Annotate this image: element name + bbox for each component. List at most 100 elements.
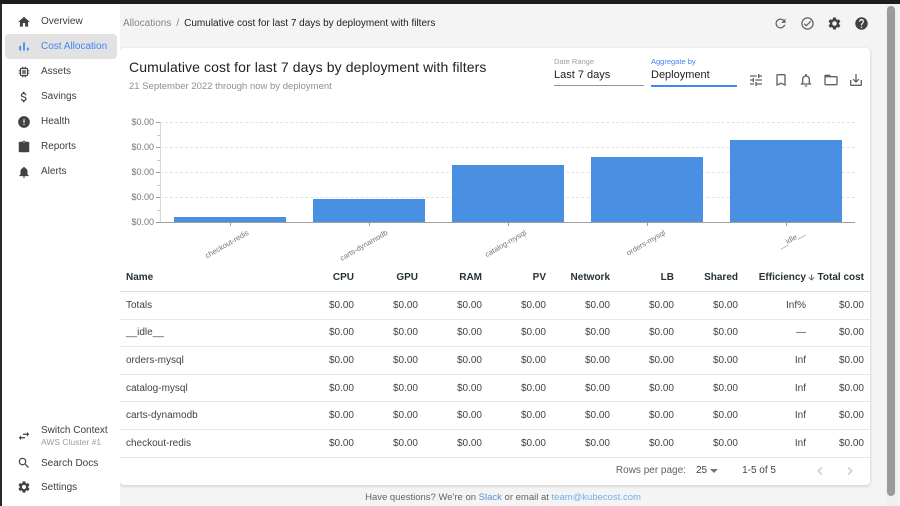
cell-value: $0.00 bbox=[418, 438, 482, 449]
table-row-catalog-mysql[interactable]: catalog-mysql$0.00$0.00$0.00$0.00$0.00$0… bbox=[120, 375, 870, 403]
cell-value: $0.00 bbox=[806, 410, 864, 421]
window-left-border bbox=[0, 0, 2, 506]
table-row-checkout-redis[interactable]: checkout-redis$0.00$0.00$0.00$0.00$0.00$… bbox=[120, 430, 870, 458]
date-range-select[interactable]: Date Range Last 7 days bbox=[554, 57, 644, 86]
cell-value: $0.00 bbox=[354, 327, 418, 338]
column-header-cpu[interactable]: CPU bbox=[290, 272, 354, 283]
chart-bar-catalog-mysql[interactable] bbox=[452, 165, 564, 222]
cell-name: carts-dynamodb bbox=[126, 410, 290, 421]
cell-name: checkout-redis bbox=[126, 438, 290, 449]
page-title: Cumulative cost for last 7 days by deplo… bbox=[129, 59, 487, 75]
table-row-__idle__[interactable]: __idle__$0.00$0.00$0.00$0.00$0.00$0.00$0… bbox=[120, 320, 870, 348]
table-header-row: NameCPUGPURAMPVNetworkLBSharedEfficiency… bbox=[120, 264, 870, 292]
error-icon bbox=[17, 115, 31, 129]
cell-value: $0.00 bbox=[674, 327, 738, 338]
cell-value: $0.00 bbox=[482, 410, 546, 421]
memory-icon bbox=[17, 65, 31, 79]
y-axis-minor-tick bbox=[157, 135, 160, 136]
column-header-ram[interactable]: RAM bbox=[418, 272, 482, 283]
scrollbar-thumb[interactable] bbox=[887, 6, 895, 496]
cell-value: $0.00 bbox=[806, 438, 864, 449]
email-link[interactable]: team@kubecost.com bbox=[552, 492, 641, 503]
check-circle-icon bbox=[800, 16, 815, 31]
table-row-orders-mysql[interactable]: orders-mysql$0.00$0.00$0.00$0.00$0.00$0.… bbox=[120, 347, 870, 375]
sidebar-item-label: Switch Context bbox=[41, 425, 108, 437]
aggregate-by-select[interactable]: Aggregate by Deployment bbox=[651, 57, 737, 87]
sidebar-item-reports[interactable]: Reports bbox=[5, 134, 117, 159]
cell-value: $0.00 bbox=[674, 438, 738, 449]
help-icon bbox=[854, 16, 869, 31]
bookmark-icon bbox=[773, 72, 789, 88]
next-page-button[interactable] bbox=[842, 463, 858, 479]
rows-per-page-value: 25 bbox=[696, 465, 707, 476]
settings-button[interactable] bbox=[826, 15, 843, 32]
set-alert-button[interactable] bbox=[798, 72, 814, 88]
sidebar-item-cost-allocation[interactable]: Cost Allocation bbox=[5, 34, 117, 59]
topbar: Allocations / Cumulative cost for last 7… bbox=[120, 4, 886, 42]
cell-value: $0.00 bbox=[610, 327, 674, 338]
cell-name: __idle__ bbox=[126, 327, 290, 338]
slack-link[interactable]: Slack bbox=[479, 492, 502, 503]
aggregate-by-value: Deployment bbox=[651, 69, 737, 87]
x-axis-tick bbox=[786, 222, 787, 226]
chart-bar-orders-mysql[interactable] bbox=[591, 157, 703, 222]
column-header-shared[interactable]: Shared bbox=[674, 272, 738, 283]
cell-value: $0.00 bbox=[806, 300, 864, 311]
chart-bar-carts-dynamodb[interactable] bbox=[313, 199, 425, 222]
column-header-pv[interactable]: PV bbox=[482, 272, 546, 283]
cell-value: $0.00 bbox=[290, 327, 354, 338]
table-row-carts-dynamodb[interactable]: carts-dynamodb$0.00$0.00$0.00$0.00$0.00$… bbox=[120, 402, 870, 430]
table-row-Totals[interactable]: Totals$0.00$0.00$0.00$0.00$0.00$0.00$0.0… bbox=[120, 292, 870, 320]
diagnostics-button[interactable] bbox=[799, 15, 816, 32]
gear-icon bbox=[17, 480, 31, 494]
cell-value: $0.00 bbox=[354, 410, 418, 421]
cell-value: $0.00 bbox=[482, 300, 546, 311]
save-report-button[interactable] bbox=[773, 72, 789, 88]
sidebar-item-assets[interactable]: Assets bbox=[5, 59, 117, 84]
sidebar-item-health[interactable]: Health bbox=[5, 109, 117, 134]
sidebar-item-switch-context[interactable]: Switch Context AWS Cluster #1 bbox=[5, 421, 117, 451]
footer-text: Have questions? We're on bbox=[365, 492, 479, 503]
rows-per-page-select[interactable]: 25 bbox=[696, 465, 718, 476]
cell-value: $0.00 bbox=[482, 383, 546, 394]
y-axis-minor-tick bbox=[157, 160, 160, 161]
column-header-efficiency[interactable]: Efficiency bbox=[738, 272, 806, 283]
sidebar-item-savings[interactable]: Savings bbox=[5, 84, 117, 109]
edit-filters-button[interactable] bbox=[748, 72, 764, 88]
cell-value: $0.00 bbox=[290, 410, 354, 421]
open-saved-reports-button[interactable] bbox=[823, 72, 839, 88]
sidebar-item-search-docs[interactable]: Search Docs bbox=[5, 451, 117, 475]
refresh-button[interactable] bbox=[772, 15, 789, 32]
allocation-table: NameCPUGPURAMPVNetworkLBSharedEfficiency… bbox=[120, 264, 870, 458]
date-range-label: Date Range bbox=[554, 57, 644, 66]
x-axis-label: catalog-mysql bbox=[483, 228, 528, 259]
column-header-network[interactable]: Network bbox=[546, 272, 610, 283]
column-header-gpu[interactable]: GPU bbox=[354, 272, 418, 283]
sidebar-item-overview[interactable]: Overview bbox=[5, 9, 117, 34]
sidebar-item-settings[interactable]: Settings bbox=[5, 475, 117, 499]
previous-page-button[interactable] bbox=[812, 463, 828, 479]
breadcrumb-allocations-link[interactable]: Allocations bbox=[123, 18, 171, 29]
sidebar-item-label: Reports bbox=[41, 141, 76, 152]
column-header-label: Total cost bbox=[818, 272, 864, 283]
y-axis-tick-label: $0.00 bbox=[120, 192, 154, 202]
cell-value: $0.00 bbox=[354, 438, 418, 449]
help-button[interactable] bbox=[853, 15, 870, 32]
cell-value: $0.00 bbox=[546, 383, 610, 394]
current-cluster-label: AWS Cluster #1 bbox=[41, 437, 108, 447]
cell-value: $0.00 bbox=[290, 438, 354, 449]
chart-bar-__idle__[interactable] bbox=[730, 140, 842, 222]
column-header-name[interactable]: Name bbox=[126, 272, 290, 283]
sidebar-item-alerts[interactable]: Alerts bbox=[5, 159, 117, 184]
sidebar-item-label: Assets bbox=[41, 66, 71, 77]
x-axis-tick bbox=[508, 222, 509, 226]
breadcrumb: Allocations / Cumulative cost for last 7… bbox=[123, 18, 435, 29]
sidebar: Overview Cost Allocation Assets Savings … bbox=[2, 4, 120, 506]
cell-value: $0.00 bbox=[610, 438, 674, 449]
download-report-button[interactable] bbox=[848, 72, 864, 88]
y-axis-tick-label: $0.00 bbox=[120, 217, 154, 227]
column-header-lb[interactable]: LB bbox=[610, 272, 674, 283]
column-header-total-cost[interactable]: Total cost bbox=[806, 272, 864, 283]
page-footer: Have questions? We're on Slack or email … bbox=[120, 488, 886, 506]
cell-value: $0.00 bbox=[290, 300, 354, 311]
